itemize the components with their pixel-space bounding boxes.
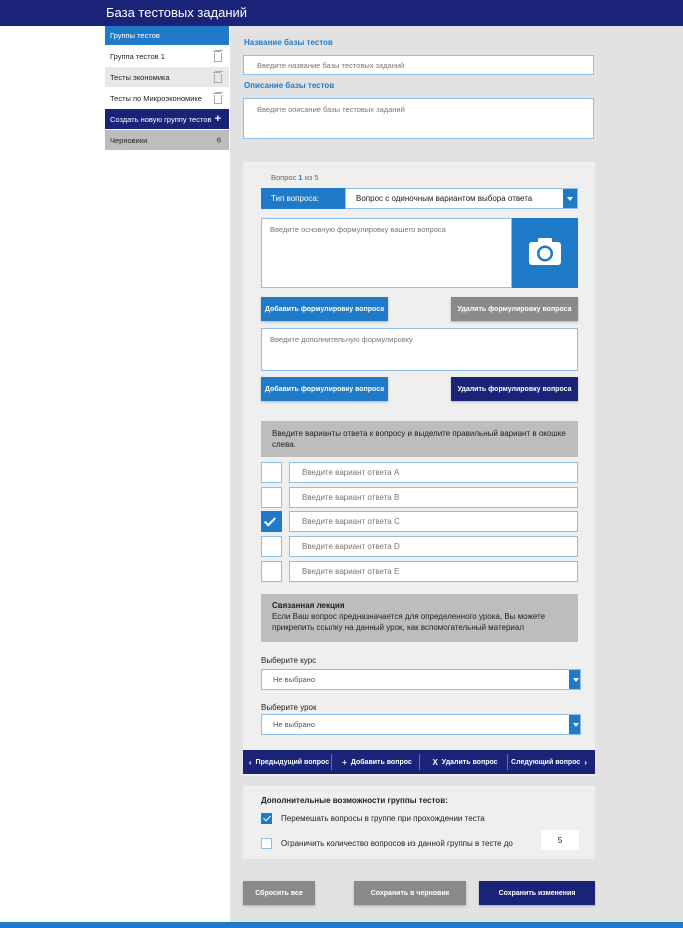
- close-icon: X: [432, 757, 438, 767]
- shuffle-label: Перемешать вопросы в группе при прохожде…: [281, 814, 485, 823]
- prev-question-button[interactable]: ‹ Предыдущий вопрос: [243, 750, 331, 774]
- counter-prefix: Вопрос: [271, 173, 297, 182]
- sidebar-item-drafts[interactable]: Черновики 6: [105, 130, 229, 151]
- lesson-select[interactable]: Не выбрано: [261, 714, 581, 735]
- question-counter: Вопрос 1 из 5: [271, 173, 319, 182]
- trash-icon[interactable]: [213, 93, 222, 104]
- lecture-text: Если Ваш вопрос предназначается для опре…: [272, 612, 546, 632]
- checkmark-icon: [263, 813, 271, 822]
- sidebar-item-label: Тесты экономика: [110, 72, 170, 82]
- sidebar-item-label: Тесты по Микроэкономике: [110, 93, 202, 103]
- base-name-label: Название базы тестов: [244, 38, 333, 47]
- next-question-button[interactable]: Следующий вопрос ›: [507, 750, 595, 774]
- image-upload-button[interactable]: [512, 218, 578, 288]
- counter-current: 1: [298, 173, 303, 182]
- sidebar: Группы тестов Группа тестов 1 Тесты экон…: [105, 26, 229, 151]
- trash-icon[interactable]: [213, 51, 222, 62]
- app-header: База тестовых заданий: [0, 0, 683, 26]
- limit-label: Ограничить количество вопросов из данной…: [281, 839, 513, 848]
- lecture-title: Связанная лекция: [272, 601, 345, 610]
- sidebar-heading-label: Группы тестов: [110, 31, 160, 40]
- trash-icon[interactable]: [213, 72, 222, 83]
- drafts-label: Черновики: [110, 135, 148, 145]
- chevron-down-icon[interactable]: [563, 189, 577, 208]
- save-draft-button[interactable]: Сохранить в черновик: [354, 881, 466, 905]
- extra-formulation-textarea[interactable]: Введите дополнительную формулировку: [261, 328, 578, 371]
- question-type-select[interactable]: Вопрос с одиночным вариантом выбора отве…: [345, 188, 578, 209]
- question-type-value: Вопрос с одиночным вариантом выбора отве…: [356, 194, 533, 203]
- save-button[interactable]: Сохранить изменения: [479, 881, 595, 905]
- create-group-label: Создать новую группу тестов: [110, 114, 212, 124]
- sidebar-item-microeconomics[interactable]: Тесты по Микроэкономике: [105, 88, 229, 109]
- base-desc-label: Описание базы тестов: [244, 81, 335, 90]
- answer-placeholder: Введите вариант ответа A: [302, 468, 400, 477]
- delete-question-button[interactable]: X Удалить вопрос: [419, 750, 507, 774]
- add-question-label: Добавить вопрос: [350, 758, 412, 766]
- app-title: База тестовых заданий: [106, 5, 248, 20]
- base-desc-placeholder: Введите описание базы тестовых заданий: [257, 105, 405, 114]
- answer-checkbox-b[interactable]: [261, 487, 282, 508]
- counter-mid: из: [304, 173, 313, 182]
- answer-checkbox-e[interactable]: [261, 561, 282, 582]
- add-formulation-button[interactable]: Добавить формулировку вопроса: [261, 297, 388, 321]
- course-label: Выберите курс: [261, 656, 317, 665]
- counter-total: 5: [314, 173, 319, 182]
- answers-hint: Введите варианты ответа к вопросу и выде…: [261, 421, 578, 457]
- question-navbar: ‹ Предыдущий вопрос + Добавить вопрос X …: [243, 750, 595, 774]
- prev-question-label: Предыдущий вопрос: [255, 758, 330, 766]
- chevron-down-icon[interactable]: [569, 715, 580, 734]
- delete-formulation-button[interactable]: Удалить формулировку вопроса: [451, 297, 578, 321]
- course-value: Не выбрано: [273, 675, 315, 684]
- checkmark-icon: [263, 514, 277, 527]
- shuffle-checkbox[interactable]: [261, 813, 272, 824]
- answer-checkbox-c[interactable]: [261, 511, 282, 532]
- answer-input-d[interactable]: Введите вариант ответа D: [289, 536, 578, 557]
- drafts-count: 6: [216, 135, 221, 145]
- answer-input-c[interactable]: Введите вариант ответа C: [289, 511, 578, 532]
- question-type-label: Тип вопроса:: [261, 188, 345, 209]
- base-desc-textarea[interactable]: Введите описание базы тестовых заданий: [243, 98, 594, 139]
- footer-bar: [0, 922, 683, 928]
- extra-formulation-placeholder: Введите дополнительную формулировку: [270, 335, 413, 344]
- base-name-input[interactable]: Введите название базы тестовых заданий: [243, 55, 594, 75]
- answer-placeholder: Введите вариант ответа B: [302, 493, 400, 502]
- answer-placeholder: Введите вариант ответа C: [302, 517, 400, 526]
- lesson-value: Не выбрано: [273, 720, 315, 729]
- reset-button[interactable]: Сбросить все: [243, 881, 315, 905]
- answer-checkbox-a[interactable]: [261, 462, 282, 483]
- next-question-label: Следующий вопрос: [511, 758, 581, 766]
- main-question-placeholder: Введите основную формулировку вашего воп…: [270, 225, 446, 234]
- delete-formulation-button-2[interactable]: Удалить формулировку вопроса: [451, 377, 578, 401]
- answer-input-a[interactable]: Введите вариант ответа A: [289, 462, 578, 483]
- add-question-button[interactable]: + Добавить вопрос: [331, 750, 419, 774]
- chevron-left-icon: ‹: [248, 757, 252, 767]
- answer-placeholder: Введите вариант ответа E: [302, 567, 400, 576]
- camera-icon: [529, 238, 561, 265]
- create-group-button[interactable]: Создать новую группу тестов +: [105, 109, 229, 130]
- plus-icon: +: [342, 757, 347, 767]
- limit-number-input[interactable]: 5: [541, 830, 579, 850]
- chevron-down-icon[interactable]: [569, 670, 580, 689]
- delete-question-label: Удалить вопрос: [441, 758, 498, 766]
- base-name-placeholder: Введите название базы тестовых заданий: [257, 60, 405, 70]
- course-select[interactable]: Не выбрано: [261, 669, 581, 690]
- sidebar-heading: Группы тестов: [105, 26, 229, 46]
- answer-checkbox-d[interactable]: [261, 536, 282, 557]
- sidebar-item-economics[interactable]: Тесты экономика: [105, 67, 229, 88]
- chevron-right-icon: ›: [584, 757, 587, 767]
- main-question-textarea[interactable]: Введите основную формулировку вашего воп…: [261, 218, 512, 288]
- sidebar-item-label: Группа тестов 1: [110, 51, 165, 61]
- add-formulation-button-2[interactable]: Добавить формулировку вопроса: [261, 377, 388, 401]
- plus-icon: +: [214, 113, 221, 125]
- answer-input-e[interactable]: Введите вариант ответа E: [289, 561, 578, 582]
- lesson-label: Выберите урок: [261, 703, 317, 712]
- limit-checkbox[interactable]: [261, 838, 272, 849]
- extra-options-title: Дополнительные возможности группы тестов…: [261, 796, 448, 805]
- linked-lecture-box: Связанная лекция Если Ваш вопрос предназ…: [261, 594, 578, 642]
- sidebar-item-group-1[interactable]: Группа тестов 1: [105, 46, 229, 67]
- answer-placeholder: Введите вариант ответа D: [302, 542, 400, 551]
- answer-input-b[interactable]: Введите вариант ответа B: [289, 487, 578, 508]
